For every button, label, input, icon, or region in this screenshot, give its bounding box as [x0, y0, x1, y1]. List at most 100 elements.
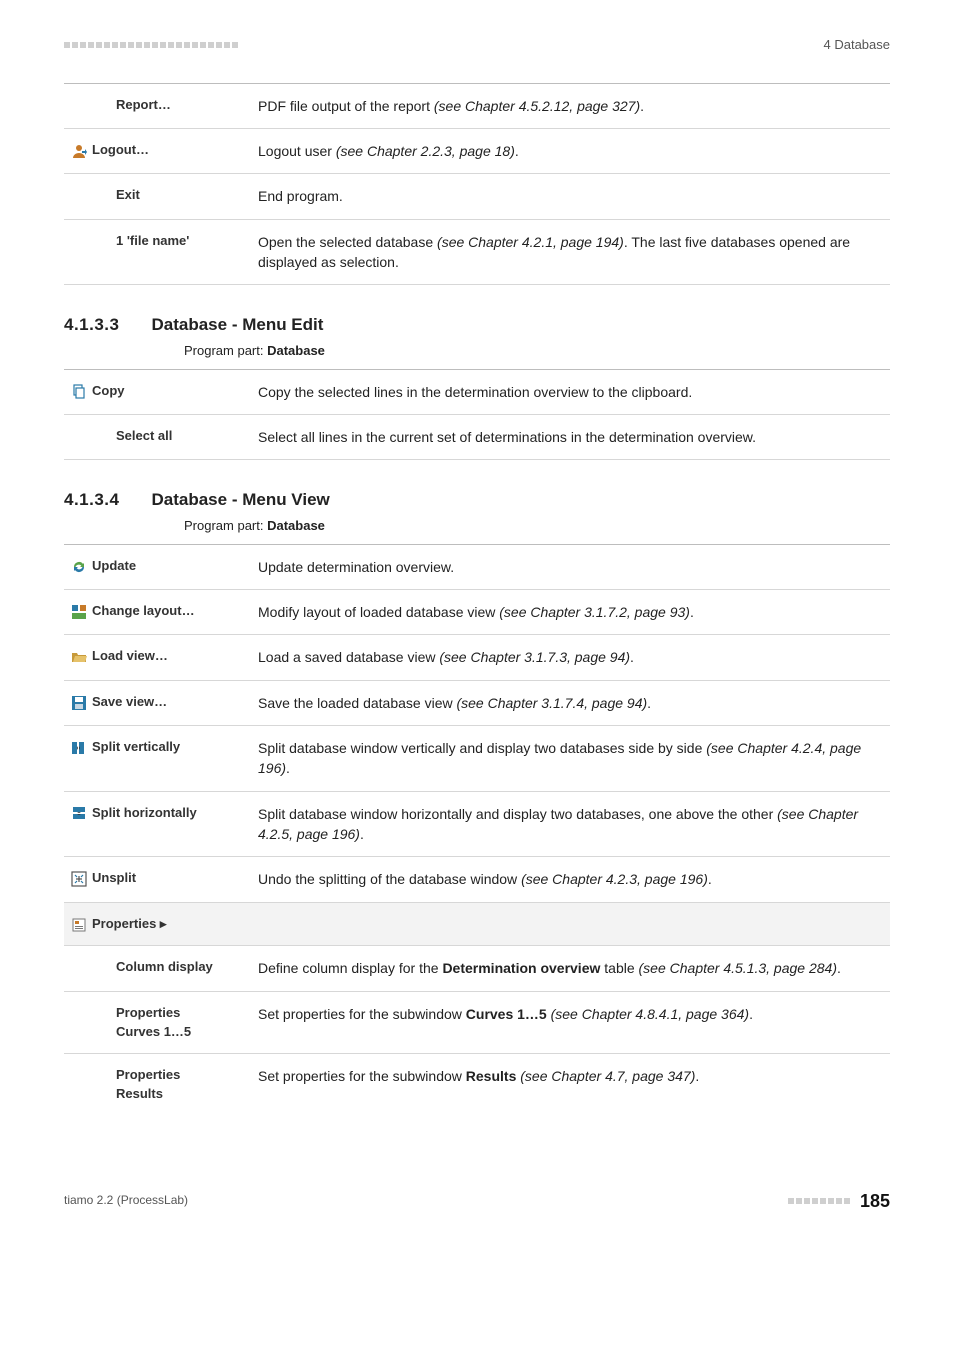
menu-row-prop_curves: Properties Curves 1…5Set properties for … [64, 992, 890, 1055]
description-segment: Open the selected database [258, 234, 437, 250]
copy-icon [71, 382, 87, 400]
menu-row-icon [64, 1066, 88, 1104]
description-segment: Undo the splitting of the database windo… [258, 871, 521, 887]
menu-row-logout: Logout…Logout user (see Chapter 2.2.3, p… [64, 129, 890, 174]
menu-row-filename: 1 'file name'Open the selected database … [64, 220, 890, 286]
menu-row-description: Define column display for the Determinat… [258, 958, 890, 978]
description-segment: Select all lines in the current set of d… [258, 429, 756, 445]
section-heading-edit: 4.1.3.3 Database - Menu Edit [64, 313, 890, 338]
header-section-label: 4 Database [824, 36, 891, 55]
open-icon [71, 647, 87, 665]
description-segment: . [640, 98, 644, 114]
description-segment: Copy the selected lines in the determina… [258, 384, 692, 400]
menu-row-description: End program. [258, 186, 890, 206]
menu-row-description: Update determination overview. [258, 557, 890, 577]
menu-row-label: Properties ▸ [88, 915, 258, 934]
description-segment: . [630, 649, 634, 665]
menu-row-load_view: Load view…Load a saved database view (se… [64, 635, 890, 680]
save-icon [71, 693, 87, 711]
menu-row-icon [64, 96, 88, 116]
menu-row-icon [64, 141, 88, 161]
menu-row-icon [64, 427, 88, 447]
menu-row-label: Properties Results [88, 1066, 258, 1104]
description-segment: . [749, 1006, 753, 1022]
menu-row-icon [64, 958, 88, 978]
menu-row-report: Report…PDF file output of the report (se… [64, 84, 890, 129]
description-segment: (see Chapter 4.2.3, page 196) [521, 871, 708, 887]
description-segment: (see Chapter 4.2.1, page 194) [437, 234, 624, 250]
description-segment: (see Chapter 4.5.1.3, page 284) [639, 960, 837, 976]
description-segment: . [286, 760, 290, 776]
menu-row-label: Split horizontally [88, 804, 258, 845]
menu-row-label: Load view… [88, 647, 258, 667]
split-horizontal-icon [71, 804, 87, 822]
menu-row-label: Select all [88, 427, 258, 447]
menu-row-description: Set properties for the subwindow Curves … [258, 1004, 890, 1042]
page-header: 4 Database [64, 36, 890, 55]
description-segment: (see Chapter 3.1.7.4, page 94) [456, 695, 647, 711]
menu-row-update: UpdateUpdate determination overview. [64, 545, 890, 590]
menu-row-icon [64, 557, 88, 577]
description-segment: (see Chapter 3.1.7.2, page 93) [499, 604, 690, 620]
menu-row-prop_results: Properties ResultsSet properties for the… [64, 1054, 890, 1116]
section-caption-view: Program part: Database [184, 517, 890, 536]
description-segment: (see Chapter 2.2.3, page 18) [336, 143, 515, 159]
menu-row-description: Modify layout of loaded database view (s… [258, 602, 890, 622]
section-caption-edit: Program part: Database [184, 342, 890, 361]
split-vertical-icon [71, 738, 87, 756]
view-menu-table: UpdateUpdate determination overview. Chan… [64, 544, 890, 1116]
menu-row-split_h: Split horizontallySplit database window … [64, 792, 890, 858]
description-segment: Logout user [258, 143, 336, 159]
description-segment: Determination overview [442, 960, 600, 976]
footer-product: tiamo 2.2 (ProcessLab) [64, 1192, 188, 1209]
description-segment: (see Chapter 3.1.7.3, page 94) [439, 649, 630, 665]
description-segment: PDF file output of the report [258, 98, 434, 114]
menu-row-unsplit: UnsplitUndo the splitting of the databas… [64, 857, 890, 902]
menu-row-icon [64, 382, 88, 402]
menu-row-icon [64, 647, 88, 667]
menu-row-description: Undo the splitting of the database windo… [258, 869, 890, 889]
description-segment: . [695, 1068, 699, 1084]
menu-row-save_view: Save view…Save the loaded database view … [64, 681, 890, 726]
description-segment: Set properties for the subwindow [258, 1068, 466, 1084]
description-segment: Split database window horizontally and d… [258, 806, 777, 822]
description-segment: Save the loaded database view [258, 695, 456, 711]
header-ornament-left [64, 42, 238, 48]
menu-row-description: Select all lines in the current set of d… [258, 427, 890, 447]
menu-row-exit: ExitEnd program. [64, 174, 890, 219]
description-segment: Update determination overview. [258, 559, 454, 575]
menu-row-label: Save view… [88, 693, 258, 713]
edit-menu-table: CopyCopy the selected lines in the deter… [64, 369, 890, 461]
menu-row-icon [64, 915, 88, 934]
menu-row-label: Split vertically [88, 738, 258, 779]
menu-row-description: PDF file output of the report (see Chapt… [258, 96, 890, 116]
layout-icon [71, 602, 87, 620]
description-segment: Results [466, 1068, 517, 1084]
menu-row-properties: Properties ▸ [64, 903, 890, 947]
footer-ornament [788, 1198, 850, 1204]
footer-page-number: 185 [860, 1188, 890, 1214]
properties-icon [71, 915, 87, 933]
menu-row-label: Copy [88, 382, 258, 402]
description-segment: Curves 1…5 [466, 1006, 547, 1022]
menu-row-icon [64, 804, 88, 845]
menu-row-description: Save the loaded database view (see Chapt… [258, 693, 890, 713]
menu-row-label: Column display [88, 958, 258, 978]
menu-row-icon [64, 869, 88, 889]
refresh-icon [71, 557, 87, 575]
menu-row-col_display: Column displayDefine column display for … [64, 946, 890, 991]
description-segment: Split database window vertically and dis… [258, 740, 706, 756]
menu-row-icon [64, 738, 88, 779]
menu-row-description: Load a saved database view (see Chapter … [258, 647, 890, 667]
menu-row-description: Split database window vertically and dis… [258, 738, 890, 779]
menu-row-selectall: Select allSelect all lines in the curren… [64, 415, 890, 460]
menu-row-label: Unsplit [88, 869, 258, 889]
menu-row-label: Change layout… [88, 602, 258, 622]
section-number: 4.1.3.3 [64, 313, 120, 338]
description-segment: Define column display for the [258, 960, 442, 976]
menu-row-icon [64, 693, 88, 713]
description-segment: Load a saved database view [258, 649, 439, 665]
section-title: Database - Menu Edit [152, 313, 324, 338]
menu-row-description: Copy the selected lines in the determina… [258, 382, 890, 402]
logout-icon [71, 141, 87, 159]
